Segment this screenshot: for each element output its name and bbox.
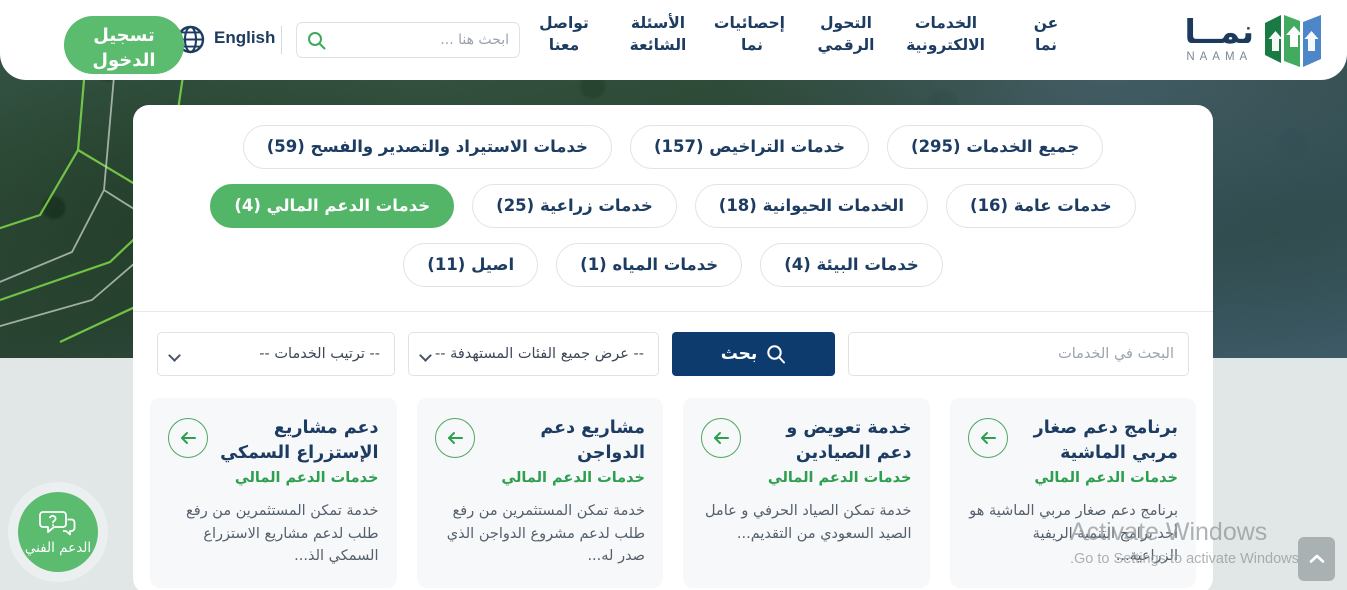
target-category-value: -- عرض جميع الفئات المستهدفة -- [435, 346, 644, 363]
search-filter-row: بحث -- عرض جميع الفئات المستهدفة -- -- ت… [133, 312, 1213, 398]
page-root: نمــا NAAMA عن نما الخدمات الالكترونية ا… [0, 0, 1347, 590]
header-search-input[interactable] [332, 32, 509, 48]
naama-logo-icon [1265, 15, 1321, 67]
nav-item-eservices[interactable]: الخدمات الالكترونية [906, 12, 985, 57]
service-card[interactable]: مشاريع دعم الدواجن خدمات الدعم المالي خد… [416, 398, 663, 588]
card-category: خدمات الدعم المالي [767, 470, 912, 487]
service-search-input[interactable] [848, 332, 1189, 377]
arrow-left-circle-icon[interactable] [168, 418, 208, 459]
technical-support-button[interactable]: الدعم الفني [18, 492, 98, 572]
services-panel: جميع الخدمات (295) خدمات التراخيص (157) … [133, 105, 1213, 590]
chip-aseel[interactable]: اصيل (11) [403, 243, 539, 288]
main-navigation: عن نما الخدمات الالكترونية التحول الرقمي… [531, 12, 1079, 57]
logo-latin-text: NAAMA [1186, 50, 1253, 63]
chip-financial-support-services[interactable]: خدمات الدعم المالي (4) [210, 184, 455, 229]
card-header: خدمة تعويض و دعم الصيادين [701, 416, 912, 465]
card-title: مشاريع دعم الدواجن [540, 418, 645, 463]
chip-general-services[interactable]: خدمات عامة (16) [946, 184, 1136, 229]
chip-all-services[interactable]: جميع الخدمات (295) [887, 125, 1104, 170]
login-button[interactable]: تسجيل الدخول [64, 16, 184, 74]
card-description: خدمة تمكن المستثمرين من رفع طلب لدعم مشر… [446, 503, 645, 565]
search-button[interactable]: بحث [672, 332, 835, 377]
card-header: دعم مشاريع الإستزراع السمكي [168, 416, 379, 465]
site-header: نمــا NAAMA عن نما الخدمات الالكترونية ا… [0, 0, 1347, 80]
card-category: خدمات الدعم المالي [234, 470, 379, 487]
scroll-to-top-button[interactable] [1298, 537, 1335, 581]
chip-licensing-services[interactable]: خدمات التراخيص (157) [629, 125, 870, 170]
site-logo[interactable]: نمــا NAAMA [1185, 8, 1325, 70]
nav-item-digital-transformation[interactable]: التحول الرقمي [813, 12, 879, 57]
service-card[interactable]: خدمة تعويض و دعم الصيادين خدمات الدعم ال… [683, 398, 930, 588]
search-icon [767, 345, 786, 364]
card-description: برنامج دعم صغار مربي الماشية هو أحد برام… [969, 503, 1178, 565]
chip-environment-services[interactable]: خدمات البيئة (4) [760, 243, 943, 288]
chip-water-services[interactable]: خدمات المياه (1) [556, 243, 743, 288]
language-switch[interactable]: English [214, 28, 275, 48]
logo-arabic-text: نمــا [1184, 11, 1254, 51]
card-category: خدمات الدعم المالي [501, 470, 645, 487]
card-category: خدمات الدعم المالي [1034, 470, 1178, 487]
arrow-left-circle-icon[interactable] [967, 418, 1008, 459]
sort-value: -- ترتيب الخدمات -- [259, 346, 380, 363]
search-icon [308, 31, 326, 49]
service-card[interactable]: دعم مشاريع الإستزراع السمكي خدمات الدعم … [150, 398, 397, 588]
technical-support-label: الدعم الفني [24, 539, 92, 556]
nav-item-about[interactable]: عن نما [1013, 12, 1079, 57]
header-divider [281, 26, 282, 54]
nav-item-faq[interactable]: الأسئلة الشائعة [625, 12, 691, 57]
card-description: خدمة تمكن المستثمرين من رفع طلب لدعم مشا… [186, 503, 379, 565]
header-search-box[interactable] [296, 22, 520, 58]
chevron-up-icon [1309, 554, 1324, 563]
chat-question-icon [39, 510, 76, 535]
card-title: دعم مشاريع الإستزراع السمكي [220, 418, 379, 463]
card-header: مشاريع دعم الدواجن [434, 416, 645, 465]
target-category-select[interactable]: -- عرض جميع الفئات المستهدفة -- [408, 332, 659, 377]
arrow-left-circle-icon[interactable] [701, 418, 741, 459]
card-description: خدمة تمكن الصياد الحرفي و عامل الصيد الس… [704, 503, 912, 542]
search-button-label: بحث [720, 344, 758, 365]
arrow-left-circle-icon[interactable] [434, 418, 475, 459]
chip-import-export-services[interactable]: خدمات الاستيراد والتصدير والفسح (59) [242, 125, 612, 170]
card-header: برنامج دعم صغار مربي الماشية [967, 416, 1178, 465]
nav-item-statistics[interactable]: إحصائيات نما [714, 12, 785, 57]
chip-animal-services[interactable]: الخدمات الحيوانية (18) [694, 184, 929, 229]
nav-item-contact[interactable]: تواصل معنا [531, 12, 597, 57]
service-card[interactable]: برنامج دعم صغار مربي الماشية خدمات الدعم… [949, 398, 1196, 588]
card-title: برنامج دعم صغار مربي الماشية [1033, 418, 1178, 463]
service-card-list: برنامج دعم صغار مربي الماشية خدمات الدعم… [133, 398, 1213, 588]
chip-agricultural-services[interactable]: خدمات زراعية (25) [472, 184, 677, 229]
card-title: خدمة تعويض و دعم الصيادين [786, 418, 912, 463]
sort-select[interactable]: -- ترتيب الخدمات -- [157, 332, 395, 377]
category-chip-list: جميع الخدمات (295) خدمات التراخيص (157) … [133, 105, 1213, 293]
